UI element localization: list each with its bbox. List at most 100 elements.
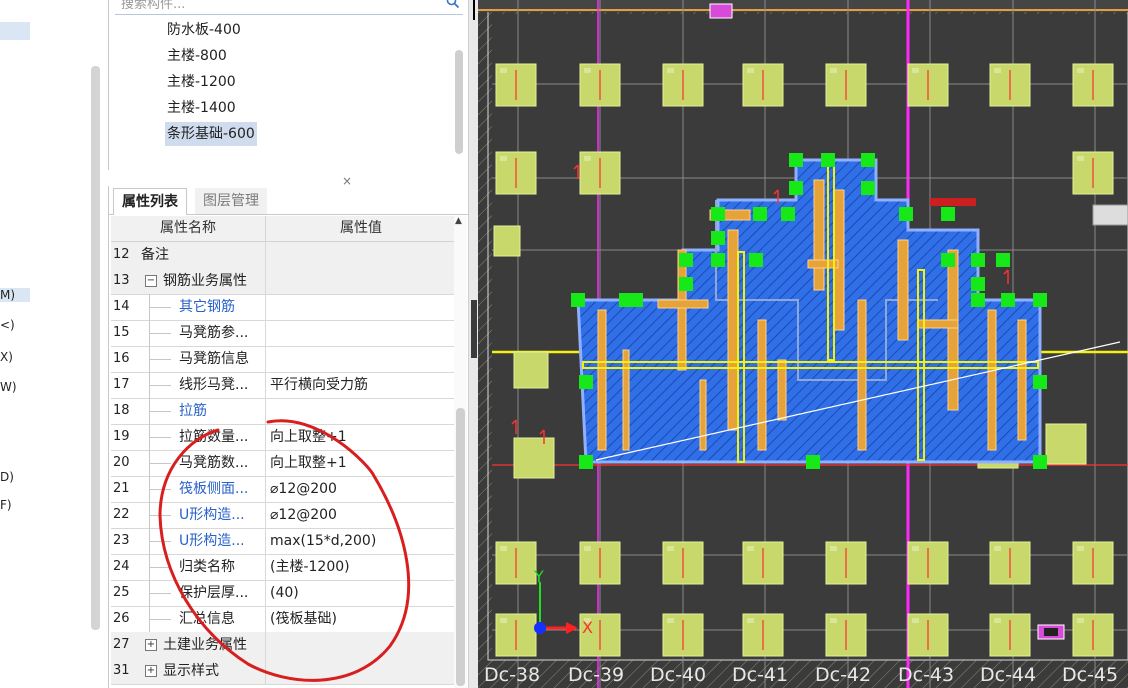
component-item[interactable]: 主楼-800 [165, 44, 229, 68]
expand-icon[interactable]: + [145, 639, 157, 651]
property-value[interactable] [265, 294, 458, 320]
pile-cap-label [747, 546, 754, 551]
pile-cap-label [994, 546, 1001, 551]
scroll-up-arrow-icon[interactable]: ▲ [455, 216, 462, 226]
selected-item-highlight[interactable] [0, 22, 30, 40]
property-value[interactable]: 向上取整+1 [265, 424, 458, 450]
property-row[interactable]: 19 拉筋数量... 向上取整+1 [111, 424, 455, 451]
property-row[interactable]: 12 备注 [111, 242, 455, 269]
property-row[interactable]: 26 汇总信息 (筏板基础) [111, 606, 455, 633]
row-number: 21 [113, 481, 130, 496]
property-row[interactable]: 31 + 显示样式 [111, 658, 455, 685]
property-value[interactable]: (主楼-1200) [265, 554, 458, 580]
menu-fragment[interactable]: M) [0, 288, 30, 302]
property-row[interactable]: 13 − 钢筋业务属性 [111, 268, 455, 295]
property-row[interactable]: 16 马凳筋信息 [111, 346, 455, 373]
property-row[interactable]: 14 其它钢筋 [111, 294, 455, 321]
support-node [789, 153, 803, 167]
rebar-member [897, 239, 909, 341]
search-icon[interactable] [445, 0, 461, 10]
left-scrollbar[interactable] [91, 66, 100, 630]
component-item[interactable]: 主楼-1400 [165, 96, 238, 120]
support-node [629, 293, 643, 307]
property-value[interactable] [265, 320, 458, 346]
pile-cap-label [500, 68, 507, 73]
property-name: 备注 [141, 247, 169, 263]
property-value[interactable]: 向上取整+1 [265, 450, 458, 476]
tab-layer-management[interactable]: 图层管理 [195, 188, 267, 214]
collapse-icon[interactable]: − [145, 275, 157, 287]
property-value[interactable]: ⌀12@200 [265, 476, 458, 502]
pile-cap-label [912, 618, 919, 623]
support-node [899, 207, 913, 221]
property-value[interactable]: max(15*d,200) [265, 528, 458, 554]
menu-fragment[interactable]: X) [0, 350, 13, 364]
pile-cap-label [584, 156, 591, 161]
pile-cap [513, 351, 549, 389]
pile-cap-label [830, 546, 837, 551]
row-number: 27 [113, 637, 130, 652]
support-node [1033, 293, 1047, 307]
component-list-scrollbar[interactable] [455, 50, 463, 154]
component-item-selected[interactable]: 条形基础-600 [165, 122, 257, 146]
property-name: 拉筋 [179, 403, 207, 419]
tree-guide-branch [149, 437, 171, 438]
property-value[interactable]: 平行横向受力筋 [265, 372, 458, 398]
ucs-y-label: Y [533, 567, 544, 586]
rebar-member [987, 309, 997, 451]
support-node [971, 253, 985, 267]
menu-fragment[interactable]: W) [0, 380, 17, 394]
menu-fragment[interactable]: D) [0, 470, 14, 484]
property-value[interactable]: (40) [265, 580, 458, 606]
property-name: 其它钢筋 [179, 299, 235, 315]
property-row[interactable]: 27 + 土建业务属性 [111, 632, 455, 659]
tab-property-list[interactable]: 属性列表 [113, 188, 187, 215]
property-value[interactable] [265, 398, 458, 424]
property-row[interactable]: 24 归类名称 (主楼-1200) [111, 554, 455, 581]
property-name: 土建业务属性 [163, 637, 247, 653]
annotation-tag [930, 198, 976, 206]
row-number: 23 [113, 533, 130, 548]
property-value[interactable] [265, 268, 458, 294]
property-value[interactable]: (筏板基础) [265, 606, 458, 632]
tree-guide-branch [149, 593, 171, 594]
support-node [1001, 293, 1015, 307]
ucs-x-label: X [582, 618, 593, 637]
property-value[interactable] [265, 346, 458, 372]
rebar-member [857, 299, 867, 451]
grid-axis-label: Dc-45 [1062, 664, 1119, 686]
expand-icon[interactable]: + [145, 665, 157, 677]
property-value[interactable]: ⌀12@200 [265, 502, 458, 528]
pile-cap-label [667, 546, 674, 551]
property-row[interactable]: 20 马凳筋数... 向上取整+1 [111, 450, 455, 477]
property-row[interactable]: 18 拉筋 [111, 398, 455, 425]
menu-fragment[interactable]: <) [0, 318, 15, 332]
property-value[interactable] [265, 658, 458, 684]
row-number: 22 [113, 507, 130, 522]
component-item[interactable]: 主楼-1200 [165, 70, 238, 94]
property-row[interactable]: 23 U形构造... max(15*d,200) [111, 528, 455, 555]
grid-axis-label: Dc-42 [815, 664, 872, 686]
pile-cap-label [994, 68, 1001, 73]
row-number: 18 [113, 403, 130, 418]
pile-cap-label [747, 68, 754, 73]
property-row[interactable]: 25 保护层厚... (40) [111, 580, 455, 607]
support-node [941, 207, 955, 221]
component-list-panel: 防水板-400 主楼-800 主楼-1200 主楼-1400 条形基础-600 [108, 0, 470, 170]
pile-cap-label [994, 618, 1001, 623]
property-row[interactable]: 15 马凳筋参... [111, 320, 455, 347]
property-row[interactable]: 17 线形马凳... 平行横向受力筋 [111, 372, 455, 399]
property-name: U形构造... [179, 533, 245, 549]
property-value[interactable] [265, 242, 458, 268]
splitter-handle[interactable] [471, 300, 477, 358]
cad-drawing-canvas[interactable]: XY Dc-38 Dc-39 Dc-40 Dc-41 Dc-42 Dc-43 D… [478, 0, 1128, 688]
component-item[interactable]: 防水板-400 [165, 18, 243, 42]
property-scrollbar-thumb[interactable] [456, 408, 465, 686]
menu-fragment[interactable]: F) [0, 498, 12, 512]
property-row[interactable]: 21 筏板侧面... ⌀12@200 [111, 476, 455, 503]
row-number: 25 [113, 585, 130, 600]
search-input[interactable] [119, 0, 443, 14]
property-row[interactable]: 22 U形构造... ⌀12@200 [111, 502, 455, 529]
property-value[interactable] [265, 632, 458, 658]
tree-guide-branch [149, 515, 171, 516]
